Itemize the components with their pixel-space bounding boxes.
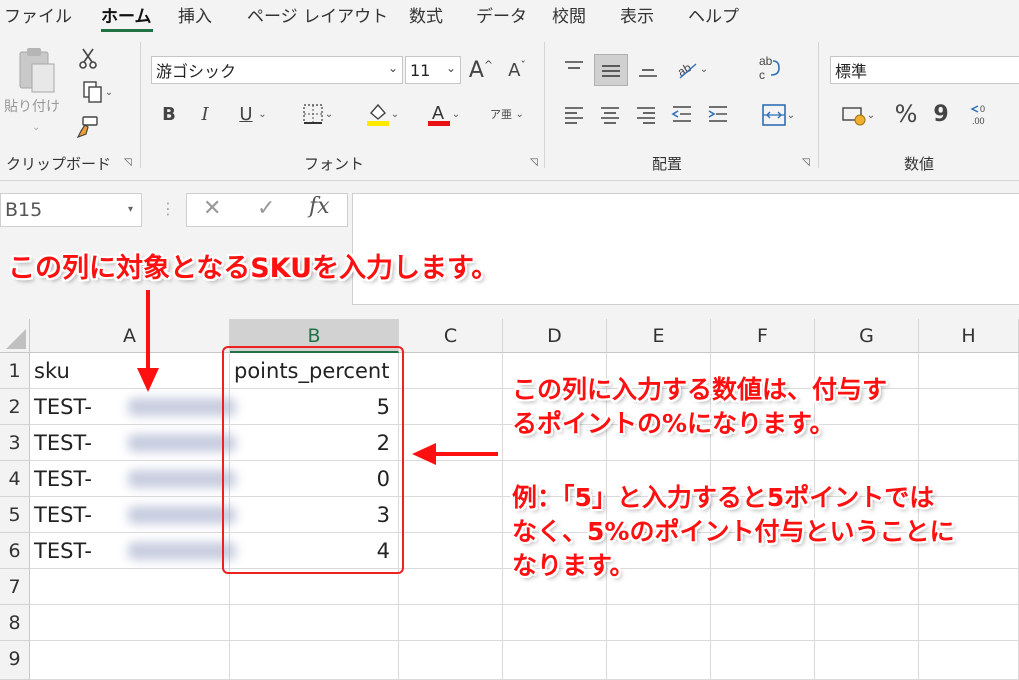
arrow-left-icon [412, 443, 498, 465]
annotation-arrows [137, 290, 498, 465]
arrow-down-icon [137, 290, 159, 392]
